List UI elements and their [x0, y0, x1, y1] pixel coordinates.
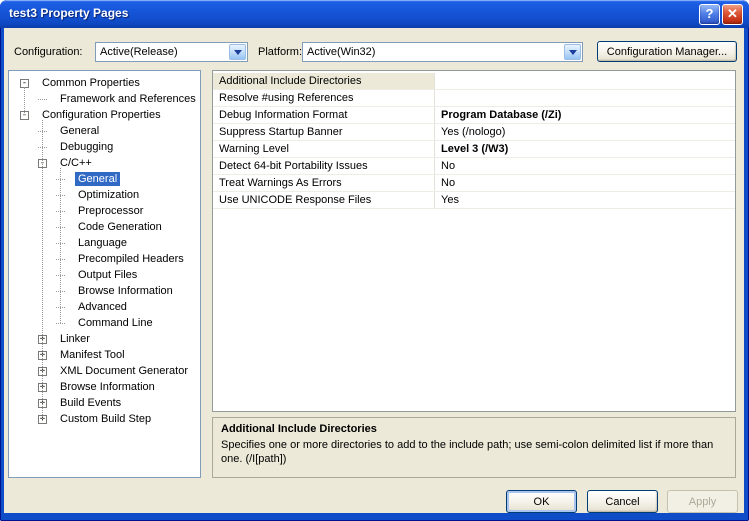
configuration-manager-button[interactable]: Configuration Manager... — [597, 41, 737, 62]
tree-item-label[interactable]: Language — [75, 236, 130, 250]
platform-value: Active(Win32) — [303, 46, 563, 58]
tree-item-command-line[interactable]: Command Line — [9, 315, 200, 331]
tree-item-label[interactable]: Command Line — [75, 316, 156, 330]
question-mark-icon: ? — [706, 6, 714, 21]
property-value[interactable]: Level 3 (/W3) — [435, 141, 735, 157]
property-value[interactable] — [435, 90, 735, 106]
property-value[interactable] — [435, 73, 735, 89]
tree-item-label[interactable]: Configuration Properties — [39, 108, 164, 122]
tree-item-label[interactable]: Browse Information — [57, 380, 158, 394]
description-text: Specifies one or more directories to add… — [221, 438, 727, 466]
dialog-body: Configuration: Active(Release) Platform:… — [4, 28, 744, 513]
tree-connector-line — [24, 87, 25, 115]
close-button[interactable]: ✕ — [722, 4, 743, 25]
tree-item-label[interactable]: XML Document Generator — [57, 364, 191, 378]
tree-item-label[interactable]: Custom Build Step — [57, 412, 154, 426]
tree-item-label[interactable]: Browse Information — [75, 284, 176, 298]
tree-item-optimization[interactable]: Optimization — [9, 187, 200, 203]
category-tree[interactable]: -Common PropertiesFramework and Referenc… — [8, 70, 201, 478]
tree-item-label[interactable]: Common Properties — [39, 76, 143, 90]
property-label[interactable]: Resolve #using References — [213, 90, 435, 106]
tree-item-preprocessor[interactable]: Preprocessor — [9, 203, 200, 219]
property-row[interactable]: Suppress Startup BannerYes (/nologo) — [213, 124, 735, 141]
configuration-label: Configuration: — [14, 42, 83, 62]
tree-item-label[interactable]: Code Generation — [75, 220, 165, 234]
property-label[interactable]: Additional Include Directories — [213, 73, 435, 89]
property-row[interactable]: Warning LevelLevel 3 (/W3) — [213, 141, 735, 158]
property-value[interactable]: No — [435, 175, 735, 191]
tree-item-label[interactable]: Precompiled Headers — [75, 252, 187, 266]
tree-item-general[interactable]: General — [9, 171, 200, 187]
tree-item-precompiled-headers[interactable]: Precompiled Headers — [9, 251, 200, 267]
property-label[interactable]: Treat Warnings As Errors — [213, 175, 435, 191]
property-row[interactable]: Additional Include Directories — [213, 73, 735, 90]
tree-connector-line — [60, 168, 61, 323]
tree-item-label[interactable]: Manifest Tool — [57, 348, 128, 362]
tree-connector — [38, 99, 47, 100]
tree-item-framework-and-references[interactable]: Framework and References — [9, 91, 200, 107]
tree-item-general[interactable]: General — [9, 123, 200, 139]
tree-item-xml-document-generator[interactable]: +XML Document Generator — [9, 363, 200, 379]
chevron-down-icon[interactable] — [229, 44, 246, 60]
tree-item-label[interactable]: Optimization — [75, 188, 142, 202]
tree-item-browse-information[interactable]: Browse Information — [9, 283, 200, 299]
tree-item-output-files[interactable]: Output Files — [9, 267, 200, 283]
description-panel: Additional Include Directories Specifies… — [212, 417, 736, 478]
property-pages-dialog: test3 Property Pages ? ✕ Configuration: … — [0, 0, 749, 521]
property-row[interactable]: Use UNICODE Response FilesYes — [213, 192, 735, 209]
tree-item-debugging[interactable]: Debugging — [9, 139, 200, 155]
platform-label: Platform: — [258, 42, 302, 62]
tree-item-custom-build-step[interactable]: +Custom Build Step — [9, 411, 200, 427]
window-title: test3 Property Pages — [9, 6, 128, 20]
tree-item-c-c[interactable]: -C/C++ — [9, 155, 200, 171]
property-label[interactable]: Debug Information Format — [213, 107, 435, 123]
property-value[interactable]: Yes — [435, 192, 735, 208]
tree-item-label[interactable]: Framework and References — [57, 92, 199, 106]
titlebar[interactable]: test3 Property Pages ? ✕ — [0, 0, 749, 28]
tree-item-label[interactable]: Preprocessor — [75, 204, 146, 218]
tree-item-build-events[interactable]: +Build Events — [9, 395, 200, 411]
configuration-select[interactable]: Active(Release) — [95, 42, 248, 62]
ok-button[interactable]: OK — [506, 490, 577, 513]
property-label[interactable]: Suppress Startup Banner — [213, 124, 435, 140]
tree-item-configuration-properties[interactable]: -Configuration Properties — [9, 107, 200, 123]
property-row[interactable]: Resolve #using References — [213, 90, 735, 107]
close-icon: ✕ — [727, 6, 738, 21]
tree-item-label[interactable]: C/C++ — [57, 156, 95, 170]
property-value[interactable]: Yes (/nologo) — [435, 124, 735, 140]
property-value[interactable]: No — [435, 158, 735, 174]
tree-item-manifest-tool[interactable]: +Manifest Tool — [9, 347, 200, 363]
tree-item-label[interactable]: General — [57, 124, 102, 138]
tree-item-language[interactable]: Language — [9, 235, 200, 251]
property-row[interactable]: Debug Information FormatProgram Database… — [213, 107, 735, 124]
chevron-down-icon[interactable] — [564, 44, 581, 60]
property-label[interactable]: Detect 64-bit Portability Issues — [213, 158, 435, 174]
property-label[interactable]: Use UNICODE Response Files — [213, 192, 435, 208]
property-value[interactable]: Program Database (/Zi) — [435, 107, 735, 123]
tree-item-label[interactable]: Output Files — [75, 268, 140, 282]
tree-item-browse-information[interactable]: +Browse Information — [9, 379, 200, 395]
tree-item-label[interactable]: Advanced — [75, 300, 130, 314]
property-grid: Additional Include DirectoriesResolve #u… — [212, 70, 736, 412]
apply-button[interactable]: Apply — [667, 490, 738, 513]
property-row[interactable]: Detect 64-bit Portability IssuesNo — [213, 158, 735, 175]
platform-select[interactable]: Active(Win32) — [302, 42, 583, 62]
tree-item-label[interactable]: General — [75, 172, 120, 186]
property-row[interactable]: Treat Warnings As ErrorsNo — [213, 175, 735, 192]
tree-item-code-generation[interactable]: Code Generation — [9, 219, 200, 235]
help-button[interactable]: ? — [699, 4, 720, 25]
tree-item-label[interactable]: Linker — [57, 332, 93, 346]
description-title: Additional Include Directories — [221, 423, 727, 435]
property-label[interactable]: Warning Level — [213, 141, 435, 157]
tree-item-linker[interactable]: +Linker — [9, 331, 200, 347]
cancel-button[interactable]: Cancel — [587, 490, 658, 513]
tree-connector-line — [42, 120, 43, 419]
tree-item-label[interactable]: Build Events — [57, 396, 124, 410]
tree-item-common-properties[interactable]: -Common Properties — [9, 75, 200, 91]
configuration-value: Active(Release) — [96, 46, 228, 58]
tree-item-label[interactable]: Debugging — [57, 140, 116, 154]
tree-item-advanced[interactable]: Advanced — [9, 299, 200, 315]
